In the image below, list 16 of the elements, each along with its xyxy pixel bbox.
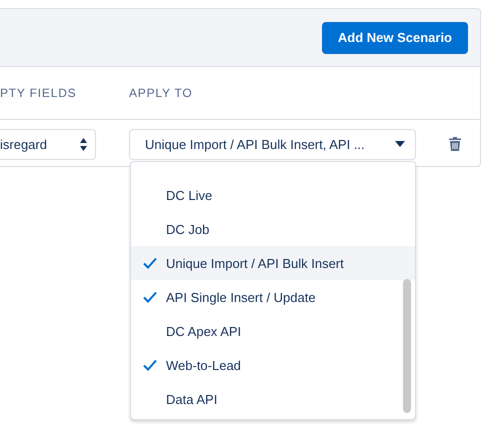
apply-to-combobox[interactable]: Unique Import / API Bulk Insert, API ... xyxy=(129,128,416,160)
scrollbar[interactable] xyxy=(403,279,411,413)
menu-option[interactable]: DC Apex API xyxy=(131,314,415,348)
menu-option[interactable]: DC Job xyxy=(131,212,415,246)
menu-option[interactable]: Data API xyxy=(131,382,415,416)
column-header: PTY FIELDS xyxy=(0,86,78,100)
column-header: APPLY TO xyxy=(129,86,193,100)
menu-option[interactable]: Unique Import / API Bulk Insert xyxy=(131,246,415,280)
trash-icon[interactable] xyxy=(449,137,461,151)
menu-option[interactable]: DC Live xyxy=(131,178,415,212)
select-field[interactable]: isregard xyxy=(0,128,96,160)
menu-option[interactable]: Web-to-Lead xyxy=(131,348,415,382)
up-down-arrows-icon xyxy=(80,138,87,150)
add-new-scenario-button[interactable]: Add New Scenario xyxy=(322,22,468,54)
caret-down-icon xyxy=(395,141,405,147)
menu-option[interactable]: API Single Insert / Update xyxy=(131,280,415,314)
